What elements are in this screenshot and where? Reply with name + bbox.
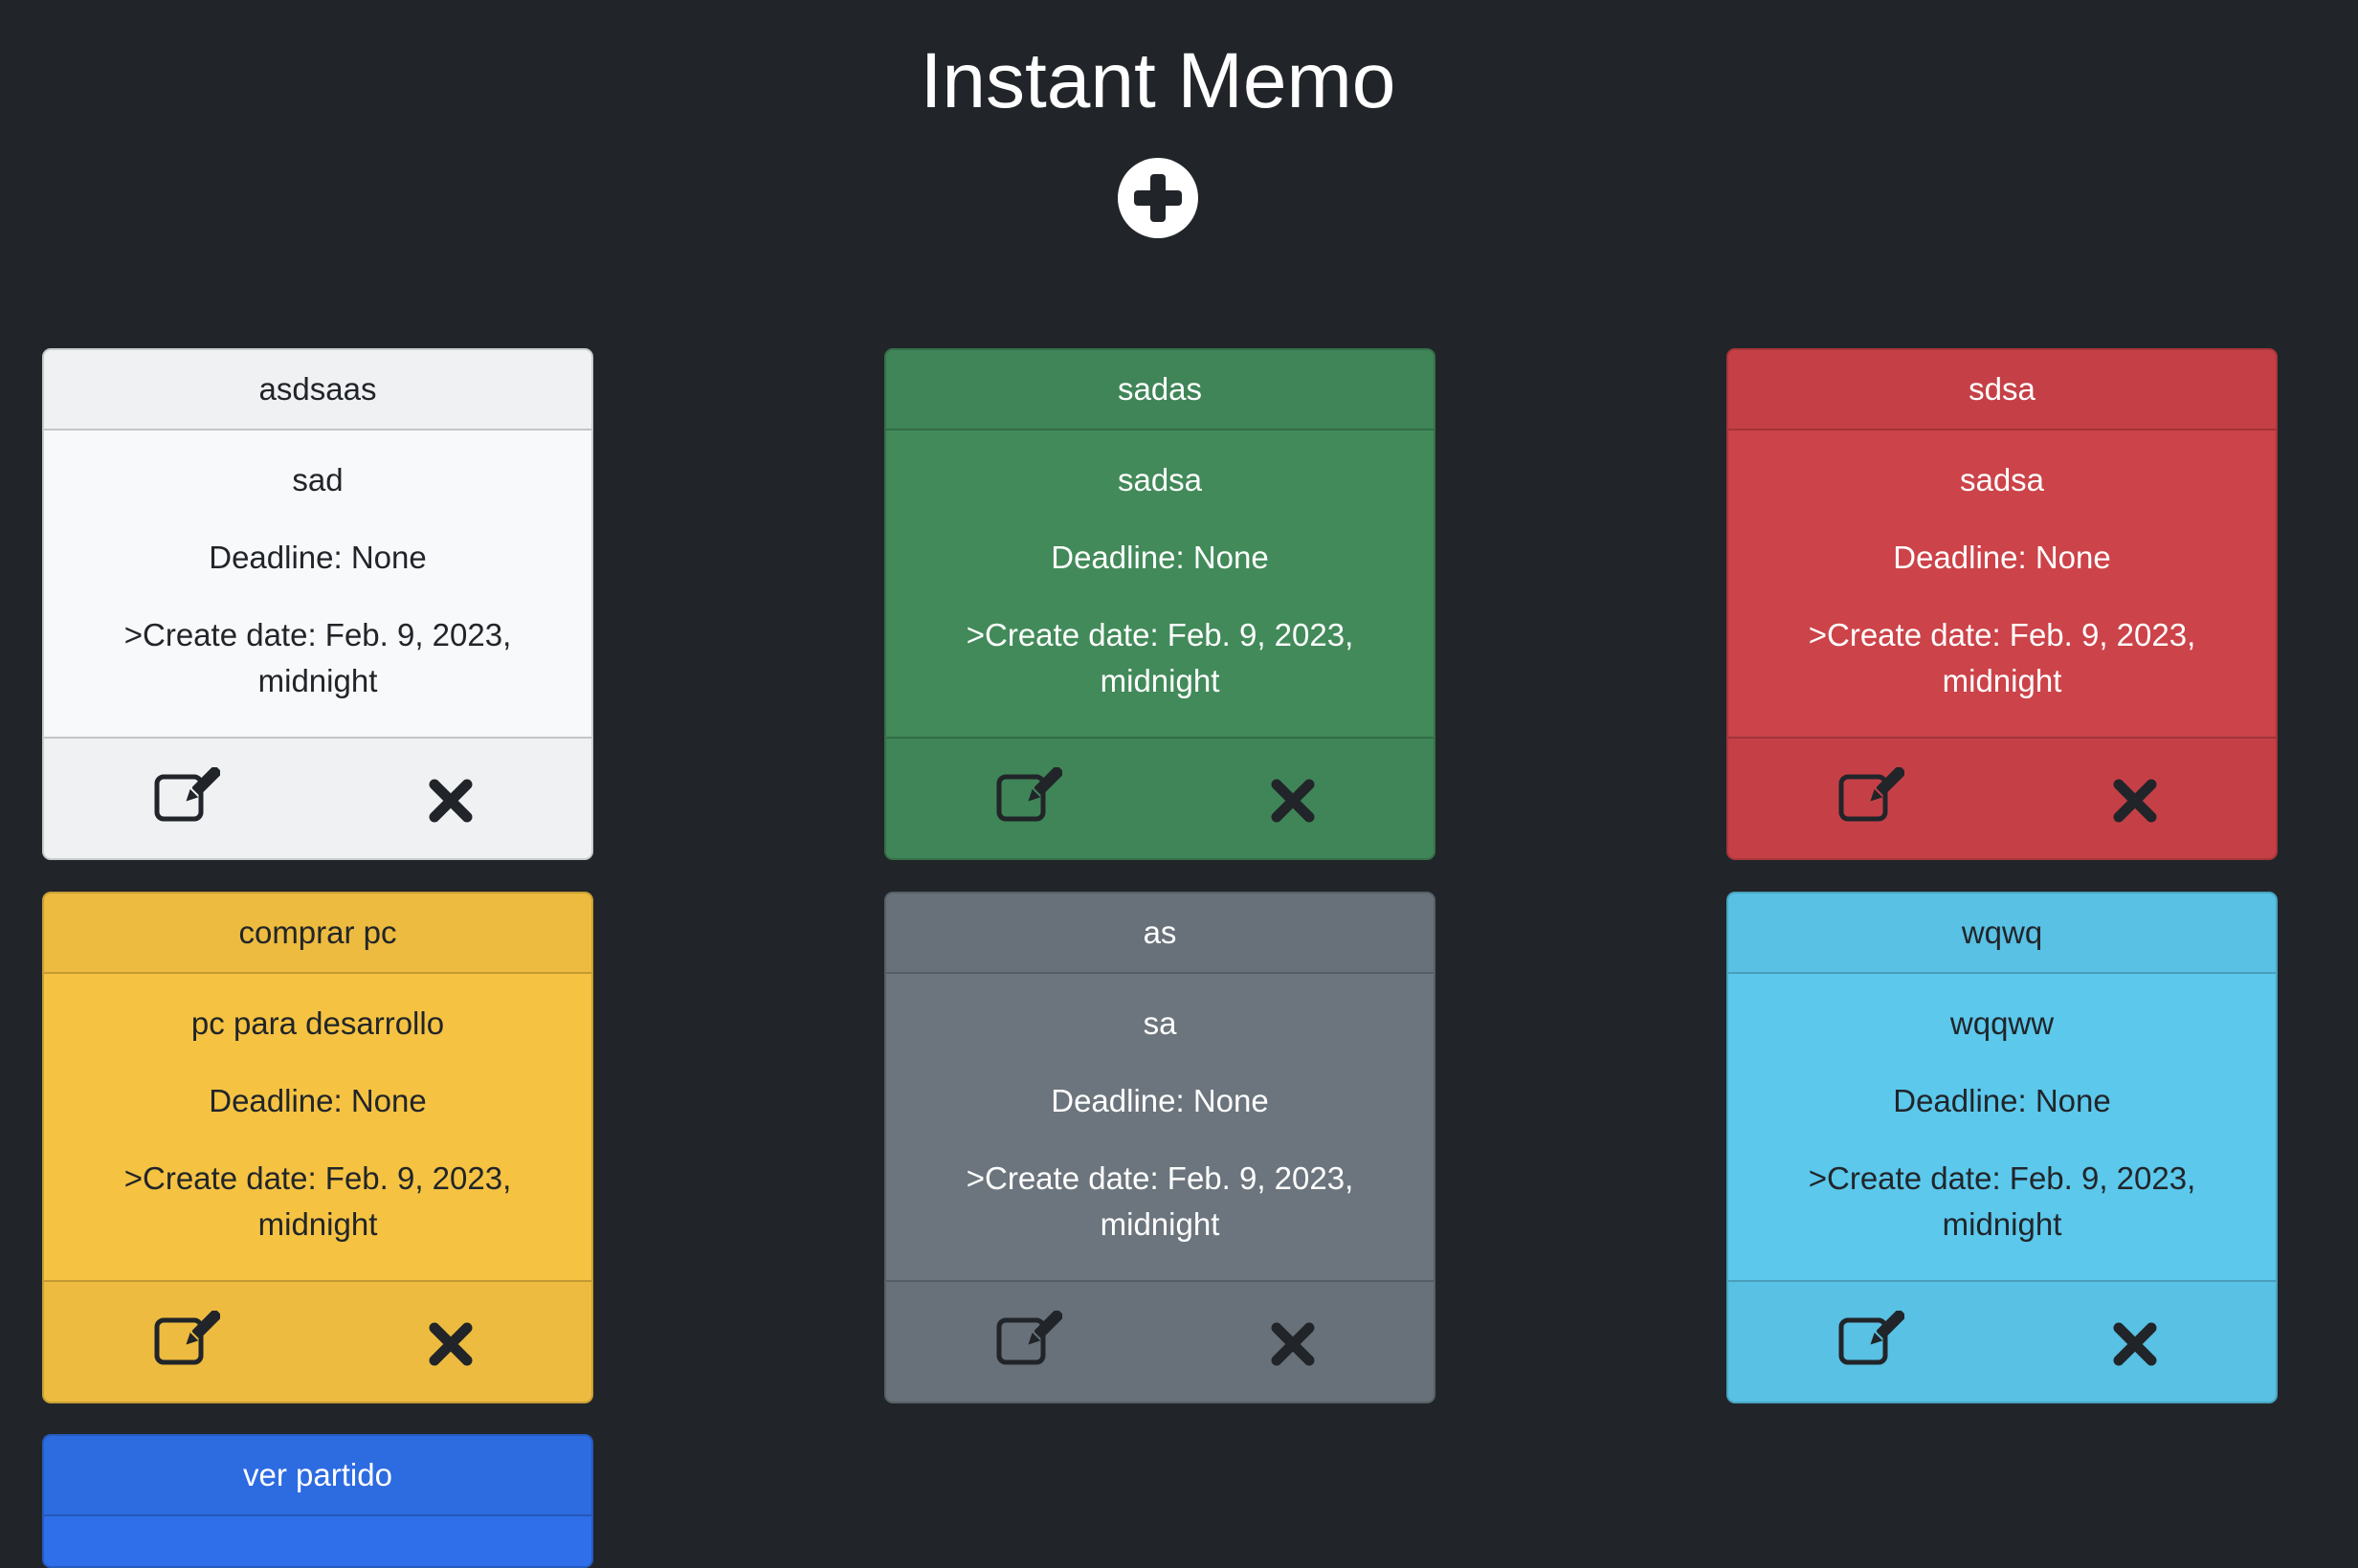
memo-footer bbox=[44, 1280, 591, 1402]
memo-title: asdsaas bbox=[44, 350, 591, 431]
memo-card: sadas sadsa Deadline: None >Create date:… bbox=[884, 348, 1435, 860]
memo-create-date: >Create date: Feb. 9, 2023, midnight bbox=[966, 1160, 1354, 1242]
memo-create-date: >Create date: Feb. 9, 2023, midnight bbox=[966, 617, 1354, 698]
memo-body: sa Deadline: None >Create date: Feb. 9, … bbox=[886, 974, 1434, 1280]
memo-title: sadas bbox=[886, 350, 1434, 431]
memo-title: as bbox=[886, 894, 1434, 974]
close-icon[interactable] bbox=[1269, 777, 1317, 825]
memo-content: sa bbox=[1143, 1005, 1177, 1041]
plus-vertical-bar bbox=[1150, 174, 1166, 222]
memo-deadline: Deadline: None bbox=[1051, 1083, 1269, 1118]
memo-title: ver partido bbox=[44, 1436, 591, 1516]
memo-title: wqwq bbox=[1728, 894, 2276, 974]
memo-card: as sa Deadline: None >Create date: Feb. … bbox=[884, 892, 1435, 1403]
memo-content: pc para desarrollo bbox=[190, 1005, 445, 1041]
memo-body: sadsa Deadline: None >Create date: Feb. … bbox=[1728, 431, 2276, 737]
memo-deadline: Deadline: None bbox=[1893, 540, 2111, 575]
memo-card: ver partido bbox=[42, 1434, 593, 1568]
memo-create-date: >Create date: Feb. 9, 2023, midnight bbox=[123, 617, 512, 698]
edit-icon[interactable] bbox=[153, 767, 220, 825]
memo-card: comprar pc pc para desarrollo Deadline: … bbox=[42, 892, 593, 1403]
memo-body: sad Deadline: None >Create date: Feb. 9,… bbox=[44, 431, 591, 737]
memo-body: wqqww Deadline: None >Create date: Feb. … bbox=[1728, 974, 2276, 1280]
memo-body: pc para desarrollo Deadline: None >Creat… bbox=[44, 974, 591, 1280]
memo-deadline: Deadline: None bbox=[209, 540, 427, 575]
memo-footer bbox=[1728, 737, 2276, 858]
memo-create-date: >Create date: Feb. 9, 2023, midnight bbox=[123, 1160, 512, 1242]
close-icon[interactable] bbox=[1269, 1320, 1317, 1368]
memo-content: sadsa bbox=[1959, 462, 2045, 497]
add-memo-button[interactable] bbox=[1118, 158, 1198, 238]
close-icon[interactable] bbox=[427, 1320, 475, 1368]
memo-title: comprar pc bbox=[44, 894, 591, 974]
memo-card: sdsa sadsa Deadline: None >Create date: … bbox=[1726, 348, 2278, 860]
page-title: Instant Memo bbox=[920, 37, 1396, 124]
close-icon[interactable] bbox=[427, 777, 475, 825]
memo-footer bbox=[886, 737, 1434, 858]
close-icon[interactable] bbox=[2111, 777, 2159, 825]
memo-content: sad bbox=[292, 462, 344, 497]
memo-deadline: Deadline: None bbox=[209, 1083, 427, 1118]
memo-body: sadsa Deadline: None >Create date: Feb. … bbox=[886, 431, 1434, 737]
memo-title: sdsa bbox=[1728, 350, 2276, 431]
memo-create-date: >Create date: Feb. 9, 2023, midnight bbox=[1808, 1160, 2196, 1242]
edit-icon[interactable] bbox=[153, 1311, 220, 1368]
memo-footer bbox=[1728, 1280, 2276, 1402]
edit-icon[interactable] bbox=[995, 767, 1062, 825]
memo-content: wqqww bbox=[1949, 1005, 2055, 1041]
memo-create-date: >Create date: Feb. 9, 2023, midnight bbox=[1808, 617, 2196, 698]
memo-deadline: Deadline: None bbox=[1051, 540, 1269, 575]
edit-icon[interactable] bbox=[995, 1311, 1062, 1368]
edit-icon[interactable] bbox=[1837, 1311, 1904, 1368]
memo-footer bbox=[886, 1280, 1434, 1402]
memo-footer bbox=[44, 737, 591, 858]
edit-icon[interactable] bbox=[1837, 767, 1904, 825]
memo-content: sadsa bbox=[1117, 462, 1203, 497]
memo-card: wqwq wqqww Deadline: None >Create date: … bbox=[1726, 892, 2278, 1403]
memo-deadline: Deadline: None bbox=[1893, 1083, 2111, 1118]
close-icon[interactable] bbox=[2111, 1320, 2159, 1368]
memo-card: asdsaas sad Deadline: None >Create date:… bbox=[42, 348, 593, 860]
